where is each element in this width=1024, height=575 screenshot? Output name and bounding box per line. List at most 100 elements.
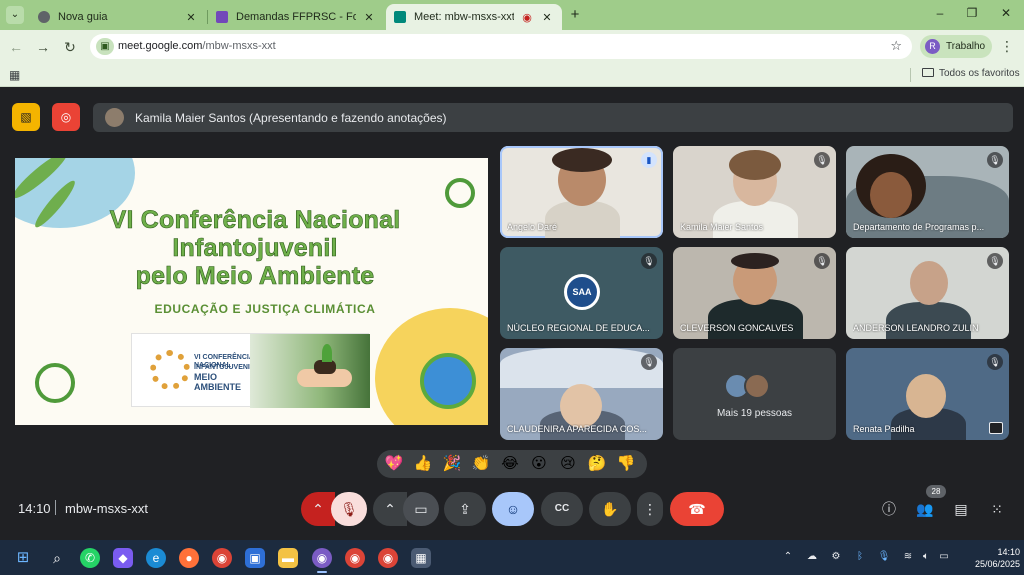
- participant-tile[interactable]: 🎙︎ Departamento de Programas p...: [846, 146, 1009, 238]
- participant-tile[interactable]: ▮ Angelo Daré: [500, 146, 663, 238]
- video-options-chevron-icon[interactable]: ⌃: [373, 492, 407, 526]
- browser-menu-icon[interactable]: ⋮: [1000, 38, 1014, 55]
- chat-icon[interactable]: ▤: [950, 499, 972, 519]
- audio-options-chevron-icon[interactable]: ⌃: [301, 492, 335, 526]
- raise-hand-button[interactable]: ✋: [589, 492, 631, 526]
- present-screen-button[interactable]: ⇪: [444, 492, 486, 526]
- participant-name: CLEVERSON GONCALVES: [680, 323, 794, 333]
- meeting-code: mbw-msxs-xxt: [65, 501, 149, 516]
- site-info-icon[interactable]: ▣: [96, 38, 114, 55]
- bookmark-star-icon[interactable]: ☆: [890, 38, 902, 54]
- tab-search-chevron-icon[interactable]: ⌄: [6, 6, 24, 24]
- participant-name: Departamento de Programas p...: [853, 222, 985, 232]
- chrome-icon[interactable]: ◉: [212, 548, 232, 568]
- bottom-divider: [55, 500, 56, 515]
- captions-button[interactable]: CC: [541, 492, 583, 526]
- participant-name: ANDERSON LEANDRO ZULIN: [853, 323, 979, 333]
- copilot-icon[interactable]: ◆: [113, 548, 133, 568]
- back-arrow-icon[interactable]: ←: [7, 38, 25, 56]
- close-tab-icon[interactable]: ✕: [362, 11, 376, 24]
- thinking-reaction[interactable]: 🤔: [587, 454, 607, 474]
- recording-indicator-icon: ◉: [522, 11, 532, 24]
- calculator-icon[interactable]: ▦: [411, 548, 431, 568]
- participant-tile[interactable]: 🎙︎ CLEVERSON GONCALVES: [673, 247, 836, 339]
- meeting-info-icon[interactable]: ⓘ: [878, 499, 900, 519]
- all-bookmarks-folder[interactable]: Todos os favoritos: [922, 68, 1020, 79]
- file-explorer-icon[interactable]: ▬: [278, 548, 298, 568]
- battery-icon[interactable]: ▭: [937, 551, 951, 562]
- stop-annotations-icon[interactable]: ▧: [12, 103, 40, 131]
- bookmarks-divider: [910, 68, 911, 82]
- windows-start-icon[interactable]: ⊞: [13, 548, 33, 568]
- participant-tile[interactable]: SAA 🎙︎ NÚCLEO REGIONAL DE EDUCA...: [500, 247, 663, 339]
- apps-grid-icon[interactable]: ▦: [9, 68, 20, 82]
- steam-icon[interactable]: ⚙: [829, 551, 843, 562]
- onedrive-icon[interactable]: ☁: [805, 551, 819, 562]
- slide-banner-image: VI CONFERÊNCIA NACIONAL INFANTOJUVENIL M…: [131, 333, 370, 408]
- volume-icon[interactable]: 🔈︎: [919, 551, 933, 562]
- participant-tile[interactable]: 🎙︎ Kamila Maier Santos: [673, 146, 836, 238]
- search-icon[interactable]: ⌕: [47, 548, 67, 568]
- participant-tile[interactable]: 🎙︎ ANDERSON LEANDRO ZULIN: [846, 247, 1009, 339]
- participant-video: [713, 201, 798, 238]
- crying-reaction[interactable]: 😢: [558, 454, 578, 474]
- send-reaction-button[interactable]: ☺: [492, 492, 534, 526]
- minimize-icon[interactable]: –: [930, 6, 950, 20]
- activities-grid-icon[interactable]: ⁙: [986, 499, 1008, 519]
- recording-button[interactable]: ◎: [52, 103, 80, 131]
- chrome-icon[interactable]: ◉: [345, 548, 365, 568]
- conference-logo-icon: [150, 350, 190, 390]
- participant-tile[interactable]: 🎙︎ CLAUDENIRA APARECIDA COS...: [500, 348, 663, 440]
- whatsapp-icon[interactable]: ✆: [80, 548, 100, 568]
- close-window-icon[interactable]: ✕: [996, 6, 1016, 20]
- edge-icon[interactable]: e: [146, 548, 166, 568]
- camera-button[interactable]: ▭: [403, 492, 439, 526]
- bluetooth-icon[interactable]: ᛒ: [853, 551, 867, 562]
- store-icon[interactable]: ▣: [245, 548, 265, 568]
- sparkling-heart-reaction[interactable]: 💖: [384, 454, 404, 474]
- restore-icon[interactable]: ❐: [962, 6, 982, 20]
- ribbon-decor-icon: [35, 363, 75, 403]
- chrome-icon[interactable]: ◉: [378, 548, 398, 568]
- chrome-profile-icon[interactable]: ◉: [312, 548, 332, 568]
- people-icon[interactable]: 👥: [914, 499, 936, 519]
- participant-video: [500, 348, 663, 388]
- participant-tile[interactable]: 🎙︎ Renata Padilha: [846, 348, 1009, 440]
- show-hidden-icons-icon[interactable]: ⌃: [781, 551, 795, 562]
- mic-off-button[interactable]: 🎙︎: [331, 492, 367, 526]
- clapping-reaction[interactable]: 👏: [471, 454, 491, 474]
- forward-arrow-icon[interactable]: →: [34, 38, 52, 56]
- presenter-banner: Kamila Maier Santos (Apresentando e faze…: [93, 103, 1013, 132]
- address-bar[interactable]: ▣ meet.google.com/mbw-msxs-xxt ☆: [90, 34, 912, 59]
- microphone-in-use-icon[interactable]: 🎙︎: [877, 551, 891, 562]
- close-tab-icon[interactable]: ✕: [540, 11, 554, 24]
- close-tab-icon[interactable]: ✕: [184, 11, 198, 24]
- participant-video: [552, 148, 612, 172]
- firefox-icon[interactable]: ●: [179, 548, 199, 568]
- more-participants-tile[interactable]: Mais 19 pessoas: [673, 348, 836, 440]
- thumbs-up-reaction[interactable]: 👍: [413, 454, 433, 474]
- more-options-button[interactable]: ⋮: [637, 492, 663, 526]
- mic-off-icon: 🎙︎: [987, 152, 1003, 168]
- profile-button[interactable]: R Trabalho: [920, 35, 992, 58]
- laughing-reaction[interactable]: 😂: [500, 454, 520, 474]
- reload-icon[interactable]: ↻: [61, 38, 79, 56]
- thumbs-down-reaction[interactable]: 👎: [616, 454, 636, 474]
- tab-meet[interactable]: Meet: mbw-msxs-xxt ◉ ✕: [386, 4, 562, 30]
- party-popper-reaction[interactable]: 🎉: [442, 454, 462, 474]
- taskbar-clock[interactable]: 14:10 25/06/2025: [975, 546, 1020, 570]
- leave-call-button[interactable]: ☎: [670, 492, 724, 526]
- wifi-icon[interactable]: ≋: [901, 551, 915, 562]
- slide-title-line-3: pelo Meio Ambiente: [135, 262, 375, 291]
- mic-off-icon: 🎙︎: [641, 253, 657, 269]
- mic-off-icon: 🎙︎: [814, 253, 830, 269]
- browser-tab-strip: ⌄ Nova guia ✕ Demandas FFPRSC - Formulár…: [0, 0, 1024, 30]
- clock-date: 25/06/2025: [975, 559, 1021, 569]
- surprised-reaction[interactable]: 😮: [529, 454, 549, 474]
- tab-nova-guia[interactable]: Nova guia ✕: [30, 4, 206, 30]
- clock-time: 14:10: [997, 547, 1020, 557]
- new-tab-button[interactable]: +: [566, 6, 584, 24]
- participant-video: [560, 384, 602, 428]
- browser-toolbar: ← → ↻ ▣ meet.google.com/mbw-msxs-xxt ☆: [0, 30, 1024, 63]
- tab-demandas[interactable]: Demandas FFPRSC - Formulário ✕: [208, 4, 384, 30]
